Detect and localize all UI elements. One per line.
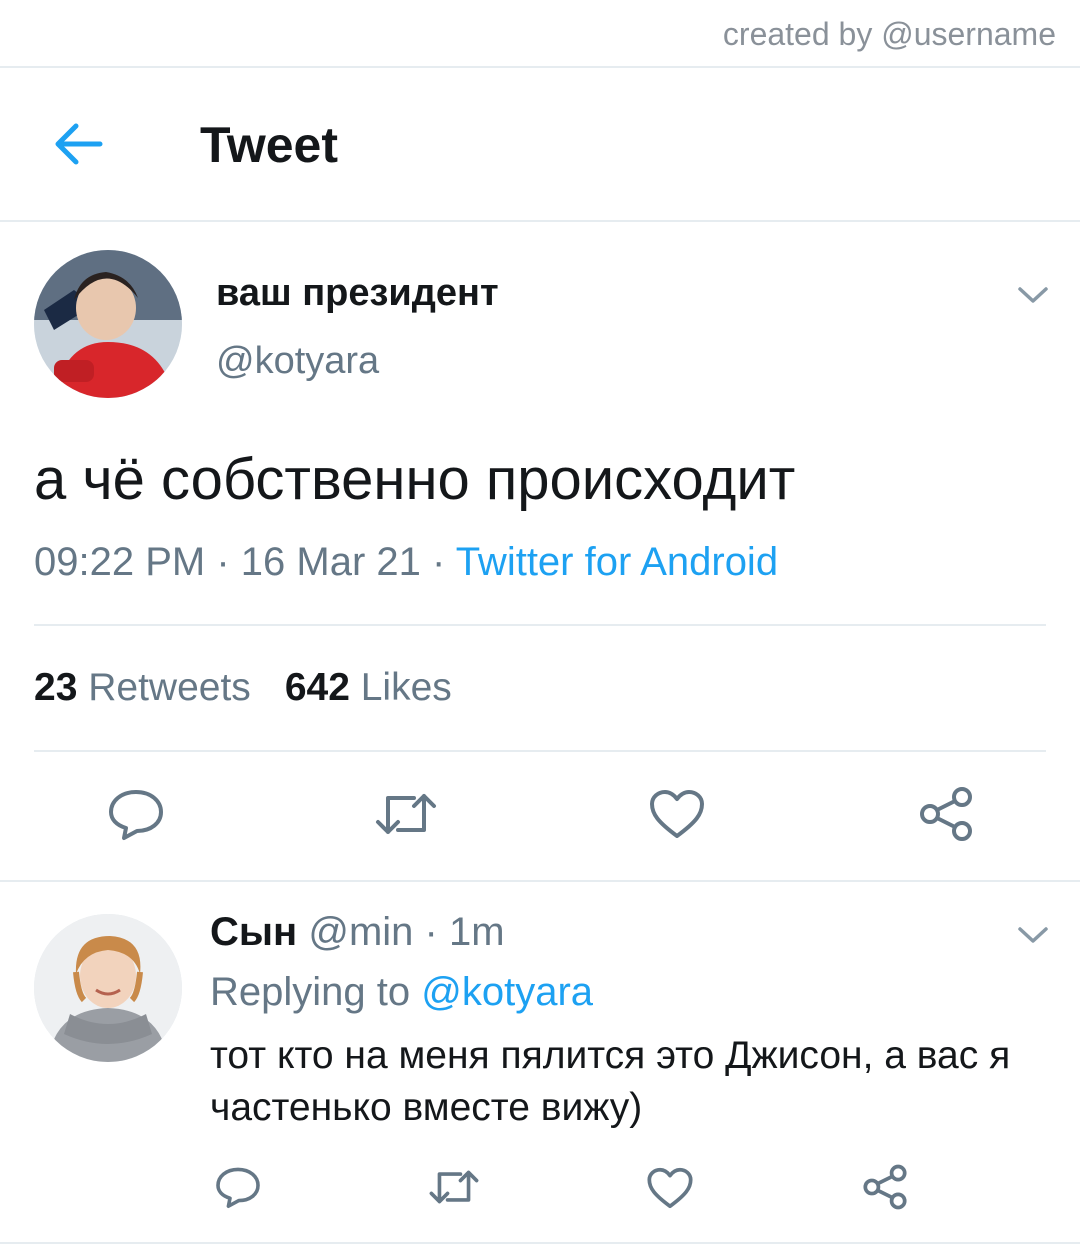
reply-reply-button[interactable]: [214, 1164, 262, 1215]
divider: [34, 750, 1046, 752]
meta-separator: ·: [413, 910, 449, 954]
reply-age: 1m: [448, 910, 505, 954]
reply-like-button[interactable]: [646, 1166, 694, 1215]
retweet-icon: [429, 1170, 479, 1204]
replying-label: Replying to: [210, 970, 411, 1014]
retweet-button[interactable]: [374, 788, 438, 845]
likes-stat[interactable]: 642 Likes: [285, 666, 452, 709]
avatar-image: [34, 250, 182, 398]
retweets-label: Retweets: [88, 666, 251, 709]
divider: [0, 1242, 1080, 1244]
tweet-text: а чё собственно происходит: [34, 447, 796, 512]
page-title: Tweet: [200, 117, 338, 173]
likes-label: Likes: [360, 666, 452, 709]
tweet-date: 16 Mar 21: [240, 540, 421, 584]
meta-separator: ·: [420, 540, 456, 584]
likes-count: 642: [284, 666, 350, 709]
reply-button[interactable]: [106, 786, 166, 847]
reply-share-button[interactable]: [862, 1164, 908, 1215]
reply-header: Сын @min · 1m: [210, 910, 505, 955]
share-icon: [920, 787, 972, 841]
retweet-icon: [376, 794, 436, 834]
reply-text: тот кто на меня пялится это Джисон, а ва…: [210, 1034, 1011, 1129]
tweet-time: 09:22 PM: [34, 540, 206, 584]
reply-retweet-button[interactable]: [428, 1166, 480, 1213]
credit-text: created by @username: [722, 16, 1056, 52]
reply-menu-button[interactable]: [1016, 924, 1050, 946]
replying-handle-link[interactable]: @kotyara: [421, 970, 593, 1014]
retweets-stat[interactable]: 23 Retweets: [34, 666, 251, 709]
author-handle[interactable]: @kotyara: [216, 340, 379, 383]
tweet-menu-button[interactable]: [1016, 284, 1050, 306]
share-button[interactable]: [918, 786, 974, 847]
reply-author-avatar[interactable]: [34, 914, 182, 1062]
author-name: ваш президент: [216, 272, 499, 314]
like-icon: [647, 1167, 693, 1209]
chevron-down-icon: [1018, 287, 1048, 303]
chevron-down-icon: [1018, 927, 1048, 943]
tweet-source-link[interactable]: Twitter for Android: [456, 540, 778, 584]
reply-author-name: Сын: [210, 910, 298, 954]
like-button[interactable]: [648, 788, 706, 845]
arrow-left-icon: [55, 123, 103, 165]
back-button[interactable]: [52, 120, 104, 168]
reply-icon: [216, 1167, 260, 1208]
author-avatar[interactable]: [34, 250, 182, 398]
retweets-count: 23: [34, 666, 78, 709]
replying-to: Replying to @kotyara: [210, 970, 593, 1015]
avatar-image: [34, 914, 182, 1062]
share-icon: [863, 1164, 907, 1210]
meta-separator: ·: [205, 540, 241, 584]
divider: [0, 880, 1080, 882]
reply-icon: [109, 790, 163, 840]
tweet-meta: 09:22 PM · 16 Mar 21 · Twitter for Andro…: [34, 540, 778, 585]
like-icon: [650, 790, 704, 838]
tweet-stats: 23 Retweets 642 Likes: [34, 666, 452, 710]
divider: [34, 624, 1046, 626]
divider: [0, 220, 1080, 222]
reply-author-handle[interactable]: @min: [308, 910, 413, 954]
top-bar: Tweet: [0, 68, 1080, 220]
